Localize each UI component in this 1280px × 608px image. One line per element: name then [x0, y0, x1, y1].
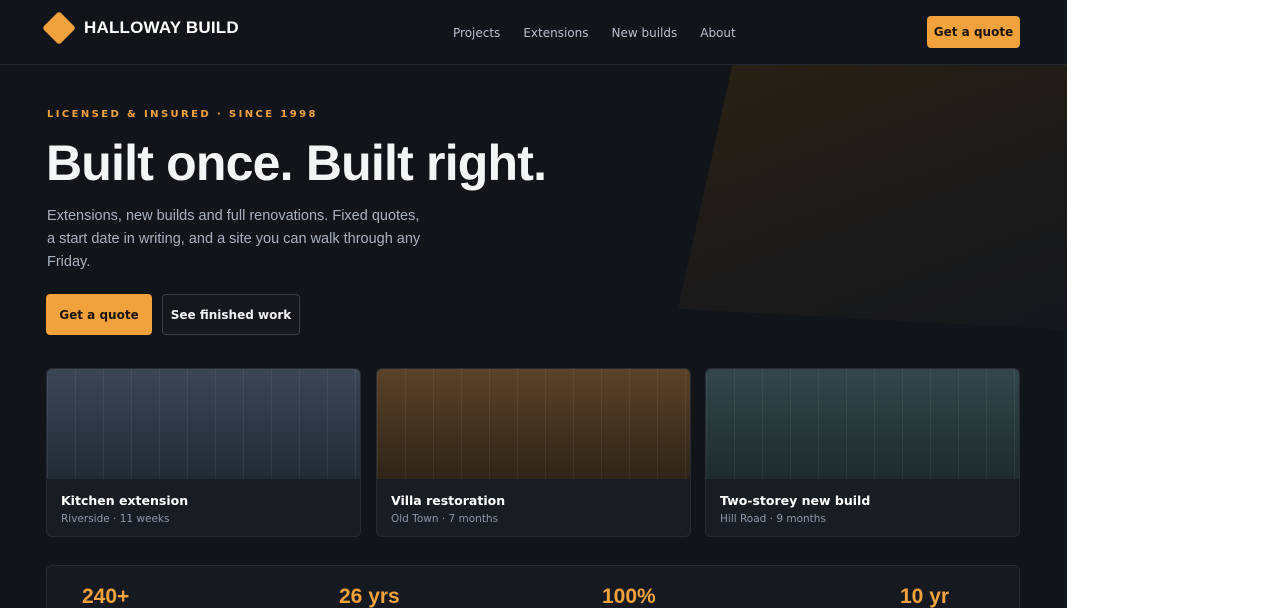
project-title: Villa restoration: [391, 493, 506, 508]
see-finished-work-button[interactable]: See finished work: [162, 294, 300, 335]
stat-value: 10 yr: [900, 585, 950, 608]
stat-value: 240+: [82, 585, 130, 608]
viewport-margin: [1067, 0, 1280, 608]
stats-bar: 240+ 26 yrs 100% 10 yr: [46, 565, 1020, 608]
site-header: HALLOWAY BUILD Projects Extensions New b…: [0, 0, 1067, 65]
project-card-two-storey-new-build[interactable]: Two-storey new build Hill Road · 9 month…: [705, 368, 1020, 537]
project-meta: Riverside · 11 weeks: [61, 513, 170, 525]
nav-projects[interactable]: Projects: [453, 26, 500, 40]
hero-lede: Extensions, new builds and full renovati…: [47, 208, 421, 270]
nav-new-builds[interactable]: New builds: [611, 26, 677, 40]
project-image: [377, 369, 690, 479]
hero-get-quote-button[interactable]: Get a quote: [46, 294, 152, 335]
project-image: [706, 369, 1019, 479]
hero-decoration: [678, 65, 1067, 330]
project-card-kitchen-extension[interactable]: Kitchen extension Riverside · 11 weeks: [46, 368, 361, 537]
brand-logo[interactable]: HALLOWAY BUILD: [42, 11, 239, 45]
project-image: [47, 369, 360, 479]
stat-value: 26 yrs: [339, 585, 400, 608]
page: HALLOWAY BUILD Projects Extensions New b…: [0, 0, 1280, 608]
brand-name: HALLOWAY BUILD: [84, 18, 239, 37]
project-card-villa-restoration[interactable]: Villa restoration Old Town · 7 months: [376, 368, 691, 537]
main-nav: Projects Extensions New builds About: [453, 26, 759, 40]
nav-extensions[interactable]: Extensions: [523, 26, 588, 40]
project-title: Two-storey new build: [720, 493, 871, 508]
nav-about[interactable]: About: [700, 26, 735, 40]
hero-headline: Built once. Built right.: [46, 135, 547, 191]
stat-value: 100%: [602, 585, 656, 608]
project-meta: Hill Road · 9 months: [720, 513, 826, 525]
project-meta: Old Town · 7 months: [391, 513, 499, 525]
diamond-logo-icon: [42, 11, 76, 45]
project-title: Kitchen extension: [61, 493, 189, 508]
header-get-quote-button[interactable]: Get a quote: [927, 16, 1020, 48]
hero-eyebrow: LICENSED & INSURED · SINCE 1998: [47, 109, 318, 120]
